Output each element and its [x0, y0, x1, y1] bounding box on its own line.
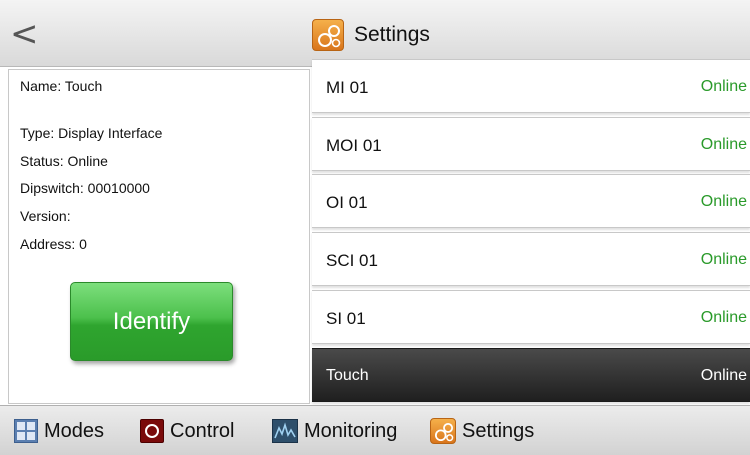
nav-monitoring-label: Monitoring — [304, 419, 398, 442]
device-row-name: Touch — [326, 367, 369, 384]
settings-icon — [430, 418, 456, 444]
nav-modes[interactable]: Modes — [14, 418, 104, 444]
device-row-name: MI 01 — [326, 78, 369, 97]
device-row-name: SCI 01 — [326, 251, 378, 270]
device-row-status: Online — [700, 367, 747, 384]
page-title: Settings — [312, 18, 430, 52]
bottom-nav: Modes Control Monitoring Settings — [0, 405, 750, 455]
device-row-status: Online — [700, 193, 747, 210]
back-button[interactable]: < — [10, 14, 50, 54]
device-row-touch[interactable]: Touch Online — [312, 348, 750, 402]
device-row-status: Online — [700, 309, 747, 326]
device-row-oi-01[interactable]: OI 01 Online — [312, 174, 750, 228]
device-status-label: Status: Online — [20, 153, 108, 169]
device-dipswitch-label: Dipswitch: 00010000 — [20, 180, 150, 196]
device-row-moi-01[interactable]: MOI 01 Online — [312, 117, 750, 171]
device-row-sci-01[interactable]: SCI 01 Online — [312, 232, 750, 286]
page-title-text: Settings — [354, 23, 430, 46]
control-icon — [140, 419, 164, 443]
identify-button[interactable]: Identify — [70, 282, 233, 361]
device-info-panel: Name: Touch Type: Display Interface Stat… — [8, 69, 310, 404]
settings-gears-icon — [312, 19, 344, 51]
nav-settings[interactable]: Settings — [430, 418, 534, 444]
device-type-label: Type: Display Interface — [20, 125, 163, 141]
nav-settings-label: Settings — [462, 419, 535, 442]
nav-control-label: Control — [170, 419, 235, 442]
header-bar: < Settings — [0, 0, 750, 67]
device-row-name: OI 01 — [326, 193, 368, 212]
device-row-status: Online — [700, 78, 747, 95]
monitoring-icon — [272, 419, 298, 443]
device-address-label: Address: 0 — [20, 236, 87, 252]
device-row-status: Online — [700, 251, 747, 268]
device-row-name: SI 01 — [326, 309, 366, 328]
device-version-label: Version: — [20, 208, 71, 224]
nav-modes-label: Modes — [44, 419, 105, 442]
device-row-si-01[interactable]: SI 01 Online — [312, 290, 750, 344]
nav-monitoring[interactable]: Monitoring — [272, 418, 397, 444]
nav-control[interactable]: Control — [140, 418, 234, 444]
device-name-label: Name: Touch — [20, 78, 103, 94]
device-row-name: MOI 01 — [326, 136, 382, 155]
modes-icon — [14, 419, 38, 443]
device-row-mi-01[interactable]: MI 01 Online — [312, 59, 750, 113]
device-row-status: Online — [700, 136, 747, 153]
